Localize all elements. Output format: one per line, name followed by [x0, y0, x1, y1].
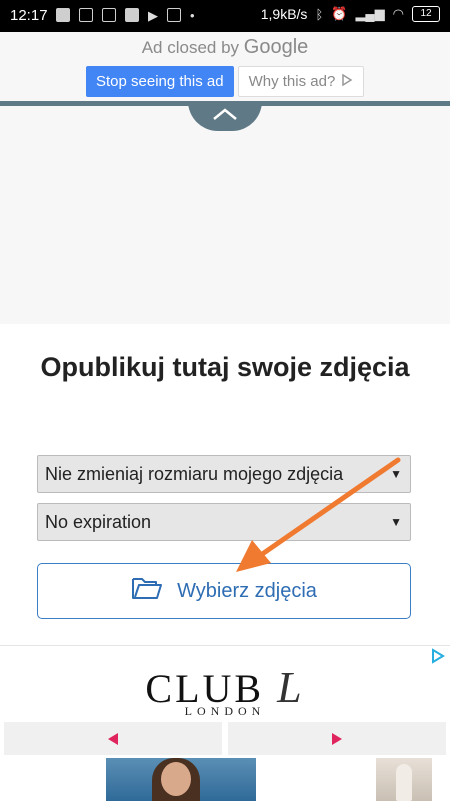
ad-collapse-toggle[interactable] — [188, 101, 262, 131]
signal-icon: ▂▄▆ — [355, 6, 385, 21]
alarm-icon: ⏰ — [331, 6, 348, 21]
bluetooth-icon: ᛒ — [315, 6, 324, 22]
battery-icon: 12 — [412, 6, 440, 22]
network-speed: 1,9kB/s — [260, 6, 308, 22]
ad-prev-button[interactable] — [4, 722, 222, 755]
closed-ad-area: Ad closed by Google Stop seeing this ad … — [0, 32, 450, 324]
status-bar: 12:17 ▶ • 1,9kB/s ᛒ ⏰ ▂▄▆ ◠ 12 — [0, 0, 450, 32]
app-notification-icon — [56, 8, 70, 22]
model-face — [161, 762, 191, 796]
expiration-select-value: No expiration — [45, 512, 152, 532]
resize-select-value: Nie zmieniaj rozmiaru mojego zdjęcia — [45, 464, 344, 484]
bottom-banner-ad[interactable]: CLUB L LONDON — [0, 645, 450, 801]
adchoices-arrow-icon — [341, 73, 353, 90]
notification-icons: ▶ • — [56, 8, 195, 24]
model-figure — [396, 764, 412, 801]
image-notification-icon — [79, 8, 93, 22]
wifi-icon: ◠ — [392, 6, 404, 21]
resize-select[interactable]: Nie zmieniaj rozmiaru mojego zdjęcia ▼ — [37, 455, 411, 493]
why-this-ad-button[interactable]: Why this ad? — [237, 66, 365, 97]
club-logo-subtitle: LONDON — [184, 704, 266, 718]
choose-photos-label: Wybierz zdjęcia — [177, 579, 317, 602]
arrow-left-icon — [108, 732, 118, 745]
folder-open-icon — [131, 575, 163, 607]
page-title: Opublikuj tutaj swoje zdjęcia — [40, 352, 410, 382]
dropdown-caret-icon: ▼ — [390, 467, 402, 481]
google-logo: Google — [243, 36, 309, 58]
youtube-notification-icon — [125, 8, 139, 22]
dropdown-caret-icon: ▼ — [390, 515, 402, 529]
ad-next-button[interactable] — [228, 722, 446, 755]
stop-seeing-ad-button[interactable]: Stop seeing this ad — [86, 66, 234, 97]
more-notifications-icon: • — [190, 8, 195, 23]
chat-notification-icon — [102, 8, 116, 22]
chevron-up-icon — [212, 107, 238, 126]
choose-photos-button[interactable]: Wybierz zdjęcia — [37, 563, 411, 619]
ad-closed-message: Ad closed by Google — [0, 36, 450, 59]
map-notification-icon — [167, 8, 181, 22]
expiration-select[interactable]: No expiration ▼ — [37, 503, 411, 541]
ad-product-image[interactable] — [376, 758, 432, 801]
why-this-ad-label: Why this ad? — [248, 73, 336, 90]
play-store-icon: ▶ — [148, 8, 158, 23]
ad-closed-prefix: Ad closed by — [141, 38, 240, 57]
arrow-right-icon — [332, 732, 342, 745]
status-time: 12:17 — [10, 7, 48, 24]
ad-product-image[interactable] — [106, 758, 256, 801]
